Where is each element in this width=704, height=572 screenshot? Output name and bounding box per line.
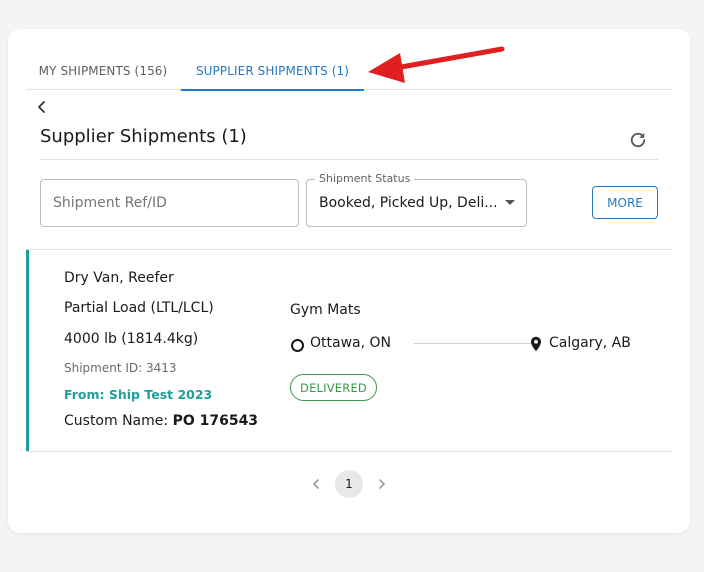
status-badge: DELIVERED xyxy=(290,374,377,401)
shipment-status-label: Shipment Status xyxy=(315,172,415,185)
annotation-arrow-icon xyxy=(368,46,505,83)
more-filters-button[interactable]: MORE xyxy=(592,186,658,219)
pagination-page-1[interactable]: 1 xyxy=(335,470,363,498)
shipment-row[interactable]: Dry Van, Reefer Partial Load (LTL/LCL) 4… xyxy=(26,250,672,451)
shipment-weight: 4000 lb (1814.4kg) xyxy=(64,331,199,347)
location-pin-icon xyxy=(531,336,541,352)
destination-location: Calgary, AB xyxy=(549,335,631,351)
tab-my-shipments[interactable]: MY SHIPMENTS (156) xyxy=(26,52,180,90)
shipment-ref-search-input[interactable] xyxy=(40,179,299,227)
custom-name: Custom Name: PO 176543 xyxy=(64,413,258,429)
origin-location: Ottawa, ON xyxy=(310,335,391,351)
load-type: Partial Load (LTL/LCL) xyxy=(64,300,214,316)
divider xyxy=(40,159,658,160)
shipment-status-value: Booked, Picked Up, Deli... xyxy=(319,195,498,211)
shipment-tabs: MY SHIPMENTS (156) SUPPLIER SHIPMENTS (1… xyxy=(26,52,672,91)
shipment-id: Shipment ID: 3413 xyxy=(64,361,177,375)
page-title: Supplier Shipments (1) xyxy=(40,126,247,147)
custom-name-value: PO 176543 xyxy=(172,413,259,429)
origin-circle-icon xyxy=(291,339,304,352)
equipment-type: Dry Van, Reefer xyxy=(64,270,174,286)
divider xyxy=(26,451,672,452)
shipment-status-select[interactable]: Shipment Status Booked, Picked Up, Deli.… xyxy=(306,172,527,227)
commodity: Gym Mats xyxy=(290,302,361,318)
caret-down-icon xyxy=(505,200,515,205)
shipment-from: From: Ship Test 2023 xyxy=(64,387,213,402)
chevron-left-icon[interactable] xyxy=(34,98,50,116)
pagination-next-icon[interactable] xyxy=(376,476,388,492)
refresh-icon[interactable] xyxy=(628,130,648,150)
tab-supplier-shipments[interactable]: SUPPLIER SHIPMENTS (1) xyxy=(181,52,364,91)
route-connector xyxy=(414,343,538,344)
custom-name-label: Custom Name: xyxy=(64,413,169,429)
pagination-prev-icon[interactable] xyxy=(310,476,322,492)
row-accent-bar xyxy=(26,250,29,451)
